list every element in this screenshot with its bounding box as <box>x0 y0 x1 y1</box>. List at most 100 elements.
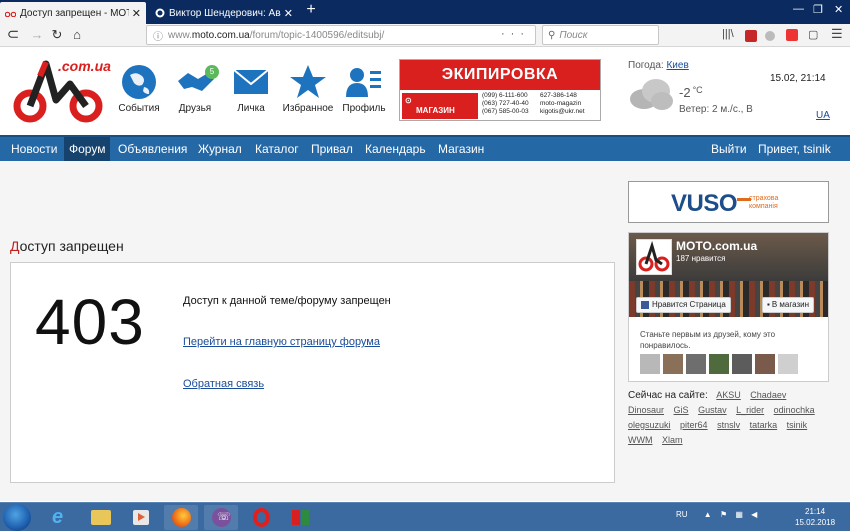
fb-friend-avatar[interactable] <box>686 354 706 374</box>
fb-page-logo[interactable] <box>636 239 672 275</box>
user-link[interactable]: piter64 <box>680 418 708 433</box>
user-link[interactable]: AKSU <box>716 388 741 403</box>
windows-taskbar: e ☏ RU ▲ ⚑ ▦ ◀ 21:14 15.02.2018 <box>0 502 850 531</box>
user-link[interactable]: Chadaev <box>750 388 786 403</box>
menu-news[interactable]: Новости <box>6 137 62 161</box>
fb-friend-avatar[interactable] <box>640 354 660 374</box>
user-greeting[interactable]: Привет, tsinik <box>753 137 836 161</box>
user-link[interactable]: L_rider <box>736 403 764 418</box>
sidebar-toggle-icon[interactable]: ▢ <box>808 28 818 41</box>
globe-icon <box>122 65 156 99</box>
url-bar[interactable]: ⓘ www.moto.com.ua/forum/topic-1400596/ed… <box>146 25 536 45</box>
user-link[interactable]: WWM <box>628 433 653 448</box>
tray-arrow-icon[interactable]: ▲ <box>704 510 712 519</box>
page-actions-icon[interactable]: ··· <box>501 28 530 40</box>
info-icon[interactable]: ⓘ <box>153 28 163 43</box>
feedback-link[interactable]: Обратная связь <box>183 378 264 390</box>
user-link[interactable]: olegsuzuki <box>628 418 671 433</box>
fb-friend-avatar[interactable] <box>755 354 775 374</box>
nav-messages[interactable]: Личка <box>221 63 281 114</box>
site-logo[interactable]: .com.ua <box>10 54 111 124</box>
fb-friend-avatar[interactable] <box>778 354 798 374</box>
fb-friend-avatar[interactable] <box>663 354 683 374</box>
nav-events[interactable]: События <box>109 63 169 114</box>
new-tab-icon[interactable]: + <box>302 1 320 19</box>
explorer-icon[interactable] <box>84 505 118 530</box>
menu-ads[interactable]: Объявления <box>113 137 192 161</box>
media-player-icon[interactable] <box>124 505 158 530</box>
close-tab-icon[interactable]: ✕ <box>284 7 293 20</box>
nav-messages-label: Личка <box>237 103 265 114</box>
library-icon[interactable]: |||\ <box>722 28 734 40</box>
user-link[interactable]: Xlam <box>662 433 683 448</box>
menu-calendar[interactable]: Календарь <box>360 137 431 161</box>
fb-friend-avatar[interactable] <box>709 354 729 374</box>
nav-profile[interactable]: Профиль <box>334 63 394 114</box>
error-panel: 403 Доступ к данной теме/форуму запрещен… <box>10 262 615 483</box>
envelope-icon <box>233 69 269 94</box>
opera-icon[interactable] <box>244 505 278 530</box>
ie-icon[interactable]: e <box>44 505 78 530</box>
user-link[interactable]: stnslv <box>717 418 740 433</box>
language-indicator[interactable]: RU <box>676 510 688 519</box>
close-window-icon[interactable]: ✕ <box>834 3 843 16</box>
close-tab-icon[interactable]: ✕ <box>132 7 141 20</box>
weather-wind: Ветер: 2 м./с., В <box>679 104 753 115</box>
user-link[interactable]: Gustav <box>698 403 727 418</box>
site-favicon-icon <box>155 8 165 18</box>
fb-cover-photo: MOTO.com.ua 187 нравится Нравится Страни… <box>629 233 828 317</box>
fb-friend-avatar[interactable] <box>732 354 752 374</box>
minimize-icon[interactable]: — <box>793 3 804 15</box>
menu-catalog[interactable]: Каталог <box>250 137 304 161</box>
firefox-icon[interactable] <box>164 505 198 530</box>
taskbar-clock[interactable]: 21:14 15.02.2018 <box>795 506 835 528</box>
nav-favorites[interactable]: Избранное <box>278 63 338 114</box>
user-link[interactable]: tsinik <box>787 418 808 433</box>
error-code: 403 <box>35 286 145 358</box>
menu-forum[interactable]: Форум <box>64 137 111 161</box>
menu-rest[interactable]: Привал <box>306 137 358 161</box>
nav-friends[interactable]: 5 Друзья <box>165 63 225 114</box>
home-icon[interactable]: ⌂ <box>68 27 86 42</box>
fb-likes-count: 187 нравится <box>676 254 726 263</box>
tray-flag-icon[interactable]: ⚑ <box>720 510 727 519</box>
fb-shop-button[interactable]: ▪ В магазин <box>762 297 815 313</box>
menu-journal[interactable]: Журнал <box>193 137 247 161</box>
logout-link[interactable]: Выйти <box>706 137 752 161</box>
vuso-banner[interactable]: VUSO страхова компанія <box>628 181 829 223</box>
weather-city-link[interactable]: Киев <box>666 60 688 71</box>
tray-network-icon[interactable]: ▦ <box>735 510 743 519</box>
tray-volume-icon[interactable]: ◀ <box>751 510 757 519</box>
start-button-icon[interactable] <box>3 504 31 531</box>
weather-label: Погода: Киев <box>628 60 689 71</box>
equipment-ad-banner[interactable]: ЭКИПИРОВКА ⊙ МАГАЗИН (099) 6-111-600 (06… <box>399 59 601 121</box>
menu-shop[interactable]: Магазин <box>433 137 489 161</box>
ublock-icon[interactable] <box>745 30 757 42</box>
fb-like-button[interactable]: Нравится Страница <box>636 297 731 313</box>
maximize-icon[interactable]: ❐ <box>813 3 823 16</box>
fb-page-name[interactable]: MOTO.com.ua <box>676 239 757 253</box>
user-link[interactable]: GiS <box>674 403 689 418</box>
language-switch[interactable]: UA <box>816 110 830 121</box>
ad-title: ЭКИПИРОВКА <box>400 60 600 90</box>
search-input[interactable]: ⚲ Поиск <box>542 25 659 45</box>
cloud-icon <box>628 77 674 114</box>
user-link[interactable]: tatarka <box>750 418 778 433</box>
tab-inactive[interactable]: Виктор Шендерович: Авантюр ✕ <box>150 2 298 24</box>
app-icon[interactable] <box>284 505 318 530</box>
menu-icon[interactable]: ☰ <box>831 26 843 42</box>
moto-favicon-icon <box>5 11 16 17</box>
back-icon[interactable]: ⊂ <box>4 25 22 43</box>
forum-home-link[interactable]: Перейти на главную страницу форума <box>183 336 380 348</box>
user-link[interactable]: odinochka <box>774 403 815 418</box>
extension-icon[interactable] <box>765 31 775 41</box>
viber-icon[interactable]: ☏ <box>204 505 238 530</box>
reload-icon[interactable]: ↻ <box>48 27 66 43</box>
facebook-icon <box>641 300 649 309</box>
nav-profile-label: Профиль <box>342 103 386 114</box>
site-header: .com.ua События 5 Друзья Личка Избранное… <box>0 48 850 130</box>
forward-icon[interactable]: → <box>28 27 46 42</box>
tab-active[interactable]: Доступ запрещен - MOTO.com ✕ <box>0 2 146 24</box>
notification-icon[interactable] <box>786 29 798 41</box>
user-link[interactable]: Dinosaur <box>628 403 664 418</box>
